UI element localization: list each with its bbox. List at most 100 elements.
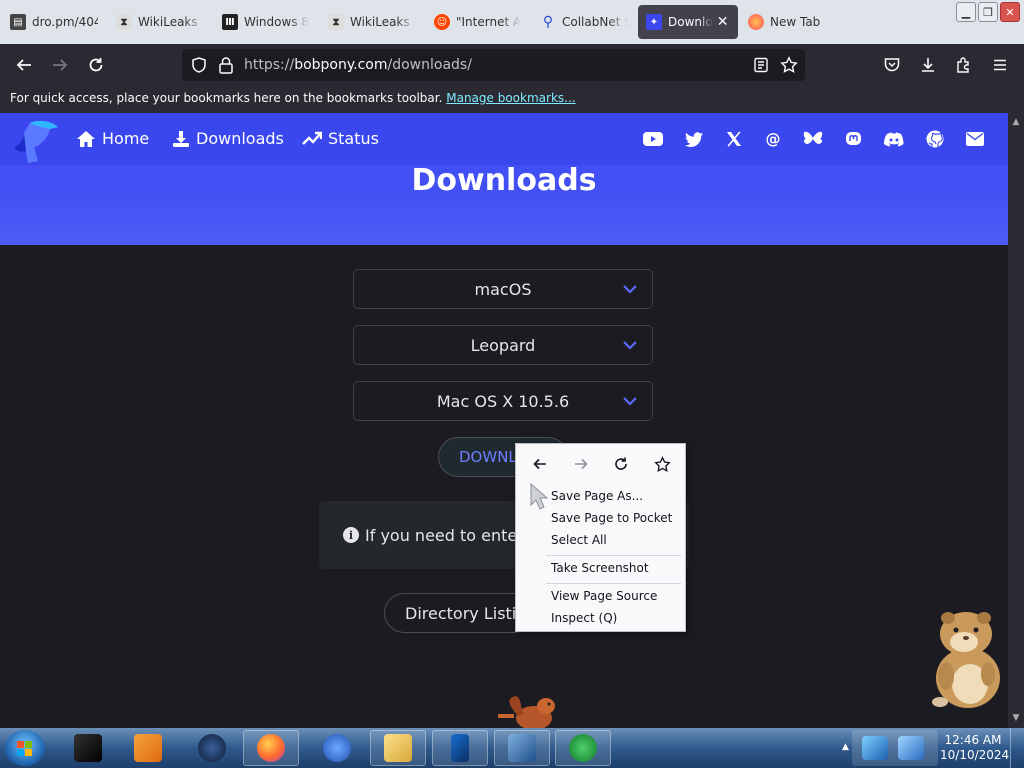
x-icon[interactable] <box>723 128 745 150</box>
arrow-left-icon <box>16 59 31 71</box>
maximize-button[interactable]: ❐ <box>978 2 998 22</box>
star-icon <box>653 455 671 472</box>
url-bar[interactable]: https://bobpony.com/downloads/ <box>182 49 805 81</box>
web-page: Home Downloads Status @ Downloads macOS <box>0 113 1008 728</box>
reload-button[interactable] <box>81 50 111 80</box>
tray-expand-icon[interactable]: ▲ <box>842 742 849 752</box>
taskbar-app-explorer[interactable] <box>370 730 426 766</box>
nav-home[interactable]: Home <box>76 129 149 148</box>
tab-downloads[interactable]: ✦ Downlo ✕ <box>638 5 738 39</box>
show-desktop-button[interactable] <box>1010 728 1024 768</box>
nav-status[interactable]: Status <box>302 129 379 148</box>
clock[interactable]: 12:46 AM 10/10/2024 <box>940 733 1009 763</box>
taskbar-app-mascot[interactable] <box>309 730 365 766</box>
close-window-button[interactable]: ✕ <box>1000 2 1020 22</box>
black-box-icon <box>74 734 102 762</box>
page-scrollbar[interactable]: ▲ ▼ <box>1008 113 1024 728</box>
chevron-down-icon <box>623 341 637 350</box>
puzzle-icon <box>957 57 969 73</box>
minimize-button[interactable]: ▁ <box>956 2 976 22</box>
context-bookmark-button[interactable] <box>650 452 674 476</box>
download-icon <box>922 58 934 72</box>
menu-item-take-screenshot[interactable]: Take Screenshot <box>551 561 649 575</box>
tab-wikileaks-2[interactable]: ⧗ WikiLeaks - <box>320 5 424 39</box>
taskbar-app-download-manager[interactable] <box>555 730 611 766</box>
github-icon[interactable] <box>924 128 946 150</box>
tab-reddit[interactable]: ☺ "Internet A <box>426 5 530 39</box>
tab-label: dro.pm/404 <box>32 15 98 29</box>
info-text: If you need to enter a <box>365 525 539 545</box>
menu-item-view-page-source[interactable]: View Page Source <box>551 589 657 603</box>
back-button[interactable] <box>9 50 39 80</box>
manage-bookmarks-link[interactable]: Manage bookmarks... <box>446 91 575 105</box>
menu-item-inspect[interactable]: Inspect (Q) <box>551 611 617 625</box>
scroll-down-icon[interactable]: ▼ <box>1011 713 1021 723</box>
lock-icon[interactable] <box>218 56 234 74</box>
menu-item-select-all[interactable]: Select All <box>551 533 607 547</box>
pocket-button[interactable] <box>877 50 907 80</box>
bookmarks-message: For quick access, place your bookmarks h… <box>10 91 443 105</box>
taskbar-app-firefox[interactable] <box>243 730 299 766</box>
chevron-down-icon <box>623 285 637 294</box>
star-icon[interactable] <box>780 56 798 74</box>
email-icon[interactable] <box>964 128 986 150</box>
version-select[interactable]: Leopard <box>353 325 653 365</box>
tab-dro[interactable]: ▤ dro.pm/404 <box>2 5 106 39</box>
menu-item-save-page-as[interactable]: Save Page As... <box>551 489 643 503</box>
threads-icon[interactable]: @ <box>762 128 784 150</box>
mastodon-icon[interactable] <box>842 128 864 150</box>
shield-icon[interactable] <box>190 56 208 74</box>
taskbar-app-media[interactable] <box>120 730 176 766</box>
taskbar-app-box[interactable] <box>60 730 116 766</box>
start-button[interactable] <box>5 730 45 766</box>
close-icon[interactable]: ✕ <box>717 14 729 30</box>
bookmarks-toolbar: For quick access, place your bookmarks h… <box>0 86 1024 113</box>
context-forward-button[interactable] <box>569 452 593 476</box>
reader-view-icon[interactable] <box>753 57 769 73</box>
tab-wikileaks-1[interactable]: ⧗ WikiLeaks - <box>108 5 212 39</box>
nav-downloads-label: Downloads <box>196 129 284 148</box>
os-select-value: macOS <box>474 279 532 299</box>
nav-downloads[interactable]: Downloads <box>172 129 284 148</box>
firefox-icon <box>748 14 764 30</box>
context-back-button[interactable] <box>528 452 552 476</box>
reddit-icon: ☺ <box>434 14 450 30</box>
tab-windows8[interactable]: Ⅲ Windows 8 <box>214 5 318 39</box>
monitor-icon[interactable] <box>898 736 924 760</box>
globe-icon <box>198 734 226 762</box>
nav-status-label: Status <box>328 129 379 148</box>
bluesky-icon[interactable] <box>802 128 824 150</box>
menu-button[interactable] <box>985 50 1015 80</box>
tab-new-tab[interactable]: New Tab <box>740 5 840 39</box>
extensions-button[interactable] <box>949 50 979 80</box>
mouse-cursor-icon <box>530 483 549 510</box>
network-icon[interactable] <box>862 736 888 760</box>
release-select[interactable]: Mac OS X 10.5.6 <box>353 381 653 421</box>
taskbar-app-device[interactable] <box>432 730 488 766</box>
twitter-icon[interactable] <box>683 128 705 150</box>
tab-label: CollabNet S <box>562 15 628 29</box>
context-reload-button[interactable] <box>609 452 633 476</box>
directory-listing-button[interactable]: Directory Listing <box>384 593 534 633</box>
url-scheme: https:// <box>244 57 295 73</box>
navigation-bar: https://bobpony.com/downloads/ <box>0 44 1024 86</box>
tab-label: New Tab <box>770 15 821 29</box>
bobpony-logo[interactable] <box>12 117 62 167</box>
youtube-icon[interactable] <box>642 128 664 150</box>
forward-button[interactable] <box>45 50 75 80</box>
url-text[interactable]: https://bobpony.com/downloads/ <box>244 57 472 73</box>
tab-label: WikiLeaks - <box>138 15 204 29</box>
discord-icon[interactable] <box>883 128 905 150</box>
terminal-icon: ▤ <box>10 14 26 30</box>
taskbar-app-virtualbox[interactable] <box>494 730 550 766</box>
nav-home-label: Home <box>102 129 150 148</box>
downloads-button[interactable] <box>913 50 943 80</box>
virtualbox-icon <box>508 734 536 762</box>
menu-item-save-to-pocket[interactable]: Save Page to Pocket <box>551 511 672 525</box>
page-title: Downloads <box>411 163 597 198</box>
os-select[interactable]: macOS <box>353 269 653 309</box>
media-player-icon <box>134 734 162 762</box>
taskbar-app-globe[interactable] <box>184 730 240 766</box>
scroll-up-icon[interactable]: ▲ <box>1011 117 1021 127</box>
tab-collabnet[interactable]: ⚲ CollabNet S <box>532 5 636 39</box>
